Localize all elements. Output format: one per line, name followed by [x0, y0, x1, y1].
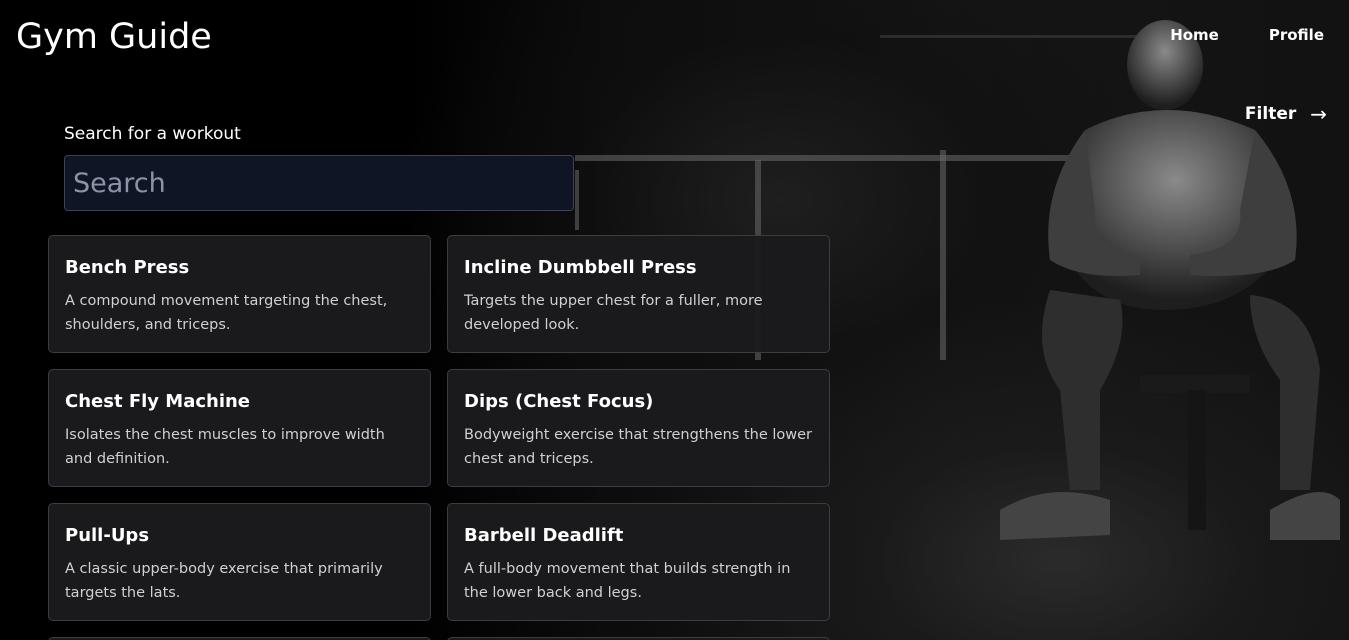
workout-card-incline-dumbbell-press[interactable]: Incline Dumbbell Press Targets the upper…	[447, 235, 830, 353]
filter-label: Filter	[1244, 104, 1297, 124]
workout-description: A compound movement targeting the chest,…	[65, 293, 388, 333]
workout-description: Targets the upper chest for a fuller, mo…	[464, 293, 763, 333]
filter-button[interactable]: Filter →	[1245, 104, 1327, 124]
workout-title: Pull-Ups	[65, 525, 150, 546]
workout-card-pull-ups[interactable]: Pull-Ups A classic upper-body exercise t…	[48, 503, 431, 621]
background-rail	[940, 150, 946, 360]
workout-list: Bench Press A compound movement targetin…	[48, 235, 830, 640]
background-rail	[575, 170, 579, 230]
workout-description: Isolates the chest muscles to improve wi…	[65, 427, 385, 467]
workout-card-chest-fly-machine[interactable]: Chest Fly Machine Isolates the chest mus…	[48, 369, 431, 487]
nav-home-link[interactable]: Home	[1170, 25, 1219, 45]
workout-description: A full-body movement that builds strengt…	[464, 561, 791, 601]
nav-profile-link[interactable]: Profile	[1269, 25, 1324, 45]
page: Gym Guide Home Profile Filter → Search f…	[0, 0, 1349, 640]
search-label: Search for a workout	[64, 124, 241, 144]
athlete-image	[1000, 20, 1340, 540]
search-input[interactable]	[64, 155, 574, 211]
workout-card-barbell-deadlift[interactable]: Barbell Deadlift A full-body movement th…	[447, 503, 830, 621]
workout-description: A classic upper-body exercise that prima…	[65, 561, 383, 601]
workout-title: Incline Dumbbell Press	[464, 257, 697, 278]
workout-title: Chest Fly Machine	[65, 391, 251, 412]
arrow-right-icon: →	[1310, 102, 1327, 126]
brand-logo[interactable]: Gym Guide	[16, 15, 212, 59]
top-nav: Home Profile	[1170, 25, 1324, 45]
workout-title: Dips (Chest Focus)	[464, 391, 654, 412]
workout-description: Bodyweight exercise that strengthens the…	[464, 427, 812, 467]
workout-card-bench-press[interactable]: Bench Press A compound movement targetin…	[48, 235, 431, 353]
workout-title: Bench Press	[65, 257, 190, 278]
workout-card-dips[interactable]: Dips (Chest Focus) Bodyweight exercise t…	[447, 369, 830, 487]
workout-title: Barbell Deadlift	[464, 525, 624, 546]
